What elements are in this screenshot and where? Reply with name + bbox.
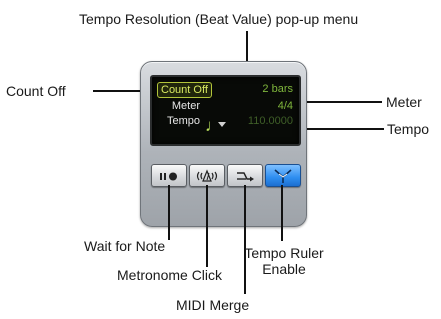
callout-count-off: Count Off [6,83,66,99]
leader-wait-for-note [168,185,170,240]
callout-tempo-resolution: Tempo Resolution (Beat Value) pop-up men… [79,11,359,27]
leader-tempo-ruler [281,185,283,241]
metronome-icon [196,168,218,182]
callout-tempo-ruler-line1: Tempo Ruler [244,245,324,261]
conductor-icon [274,168,292,183]
leader-metronome-click [206,185,208,267]
callout-wait-for-note: Wait for Note [84,238,166,254]
leader-midi-merge [244,185,246,294]
pause-record-icon [160,172,177,180]
callout-tempo-ruler-line2: Enable [262,261,306,277]
transport-midi-diagram: Tempo Resolution (Beat Value) pop-up men… [0,0,441,319]
count-off-toggle[interactable]: Count Off [157,82,212,98]
callout-meter: Meter [386,94,422,110]
callout-tempo-ruler-enable: Tempo Ruler Enable [240,245,328,277]
leader-tempo [296,128,384,130]
meter-value[interactable]: 4/4 [278,100,293,113]
tempo-value[interactable]: 110.0000 [248,115,293,128]
chevron-down-icon[interactable] [218,122,226,127]
wait-for-note-button[interactable] [151,164,187,187]
callout-tempo: Tempo [387,121,430,137]
callout-midi-merge: MIDI Merge [176,297,250,313]
callout-metronome-click: Metronome Click [117,267,223,283]
midi-merge-button[interactable] [227,164,263,187]
metronome-click-button[interactable] [189,164,225,187]
midi-display: Count Off 2 bars Meter 4/4 Tempo ♩ 110.0… [150,75,301,146]
meter-label: Meter [171,100,200,112]
count-off-value[interactable]: 2 bars [262,83,293,96]
tempo-ruler-enable-button[interactable] [265,164,301,187]
tempo-label: Tempo [166,115,200,127]
merge-arrow-icon [237,171,254,181]
